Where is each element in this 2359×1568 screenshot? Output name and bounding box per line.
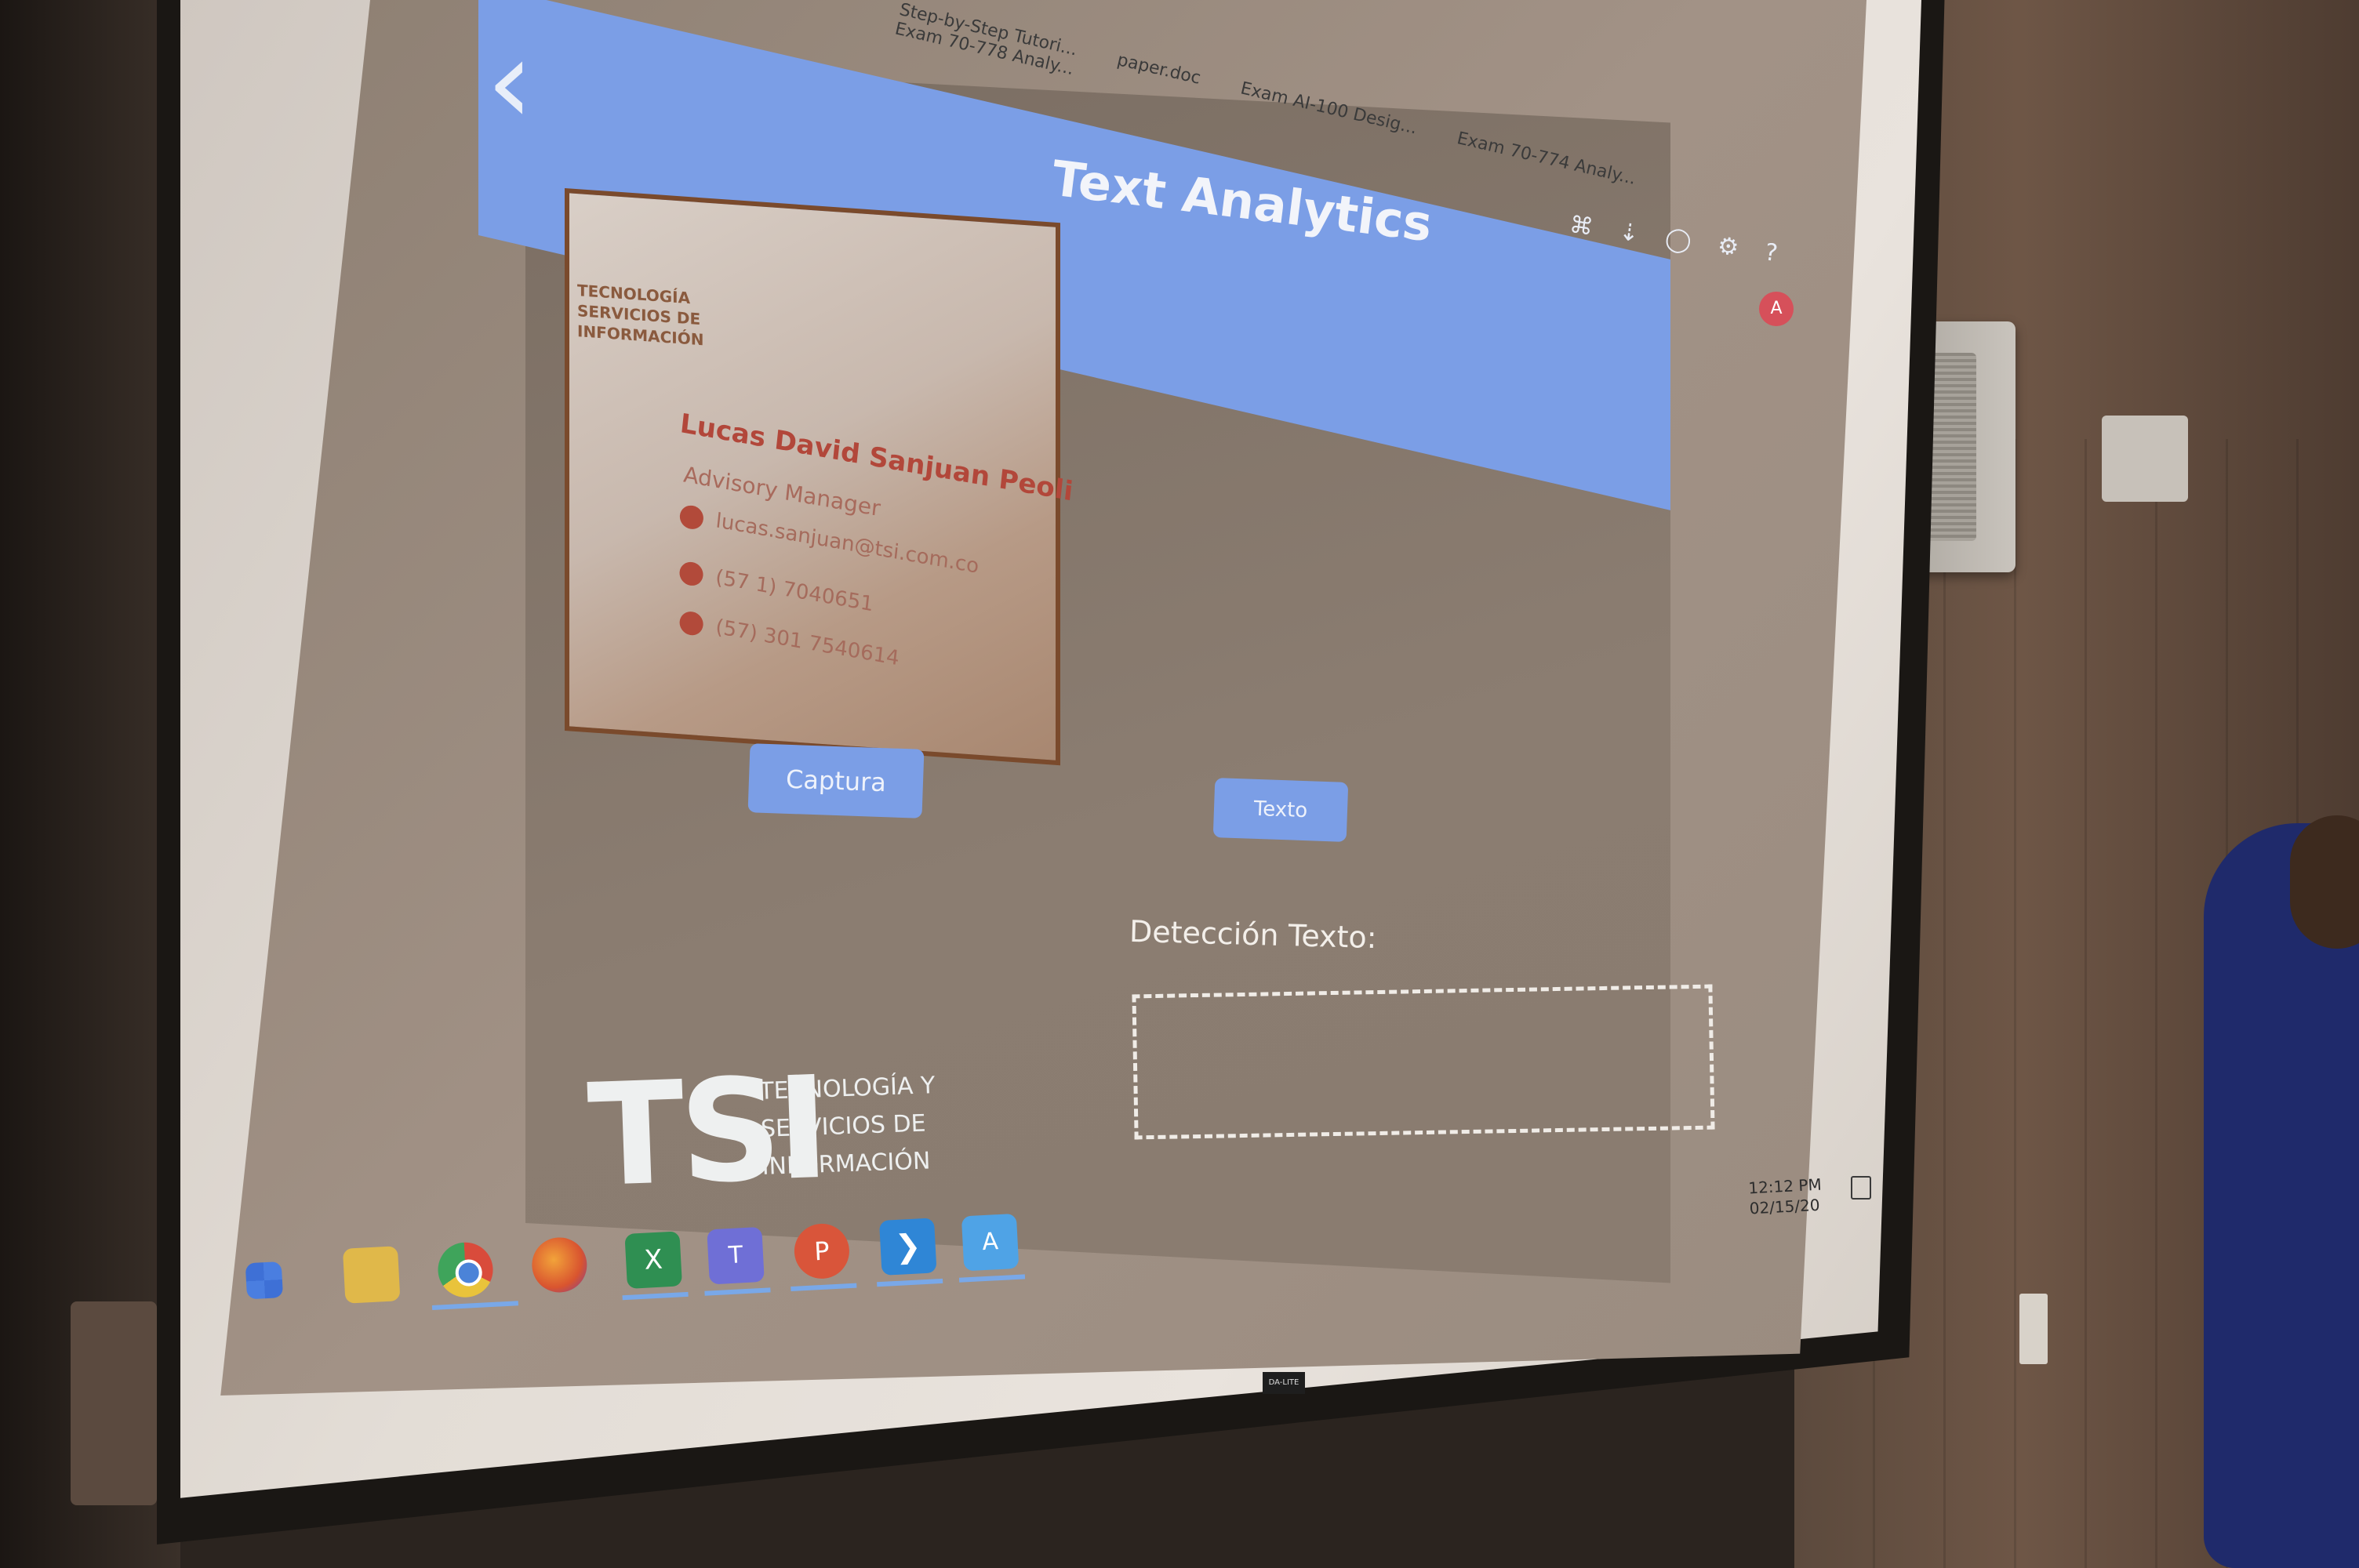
logo-line: INFORMACIÓN bbox=[761, 1147, 931, 1181]
card-email: lucas.sanjuan@tsi.com.co bbox=[714, 509, 980, 579]
card-brand-text: TECNOLOGÍA SERVICIOS DE INFORMACIÓN bbox=[577, 281, 704, 350]
tsi-logo-text: TECNOLOGÍA Y SERVICIOS DE INFORMACIÓN bbox=[759, 1067, 939, 1186]
vscode-icon[interactable]: ❯ bbox=[878, 1218, 937, 1276]
logo-line: TECNOLOGÍA Y bbox=[758, 1072, 936, 1105]
card-mobile-row: (57) 301 7540614 bbox=[678, 609, 900, 671]
chrome-icon[interactable] bbox=[436, 1240, 495, 1299]
running-indicator bbox=[704, 1287, 771, 1296]
teams-icon[interactable]: T bbox=[707, 1226, 765, 1285]
email-icon bbox=[678, 503, 705, 531]
text-button[interactable]: Texto bbox=[1212, 778, 1349, 842]
light-switch bbox=[2019, 1294, 2048, 1364]
door-handle bbox=[71, 1301, 157, 1505]
running-indicator bbox=[791, 1283, 857, 1292]
card-phone-2: (57) 301 7540614 bbox=[714, 615, 901, 671]
running-indicator bbox=[622, 1291, 689, 1301]
avatar[interactable]: A bbox=[1759, 292, 1794, 326]
detection-output-box bbox=[1132, 984, 1715, 1140]
capture-button[interactable]: Captura bbox=[747, 743, 925, 818]
captured-card-image: TECNOLOGÍA SERVICIOS DE INFORMACIÓN Luca… bbox=[565, 188, 1074, 766]
tray-date: 02/15/20 bbox=[1749, 1195, 1821, 1218]
card-phone-1: (57 1) 7040651 bbox=[714, 565, 875, 617]
excel-icon[interactable]: X bbox=[624, 1231, 682, 1289]
file-explorer-icon[interactable] bbox=[342, 1246, 401, 1304]
presenter-head bbox=[2290, 815, 2359, 949]
logo-line: SERVICIOS DE bbox=[760, 1109, 927, 1143]
running-indicator bbox=[958, 1274, 1026, 1283]
mobile-icon bbox=[678, 609, 705, 637]
card-phone-row: (57 1) 7040651 bbox=[678, 559, 874, 616]
chevron-left-icon[interactable]: ‹ bbox=[486, 24, 533, 141]
detection-label: Detección Texto: bbox=[1129, 913, 1378, 956]
azure-icon[interactable]: A bbox=[961, 1213, 1020, 1272]
screen-brand-label: DA-LITE bbox=[1263, 1372, 1305, 1394]
powerpoint-icon[interactable]: P bbox=[793, 1222, 851, 1280]
windows-start-icon[interactable] bbox=[245, 1261, 284, 1300]
wall-sensor bbox=[2102, 416, 2188, 502]
system-tray-clock[interactable]: 12:12 PM 02/15/20 bbox=[1748, 1174, 1823, 1219]
running-indicator bbox=[877, 1278, 943, 1287]
notification-icon[interactable] bbox=[1851, 1176, 1871, 1200]
phone-icon bbox=[678, 559, 705, 587]
active-indicator bbox=[431, 1301, 519, 1311]
firefox-icon[interactable] bbox=[530, 1236, 589, 1294]
